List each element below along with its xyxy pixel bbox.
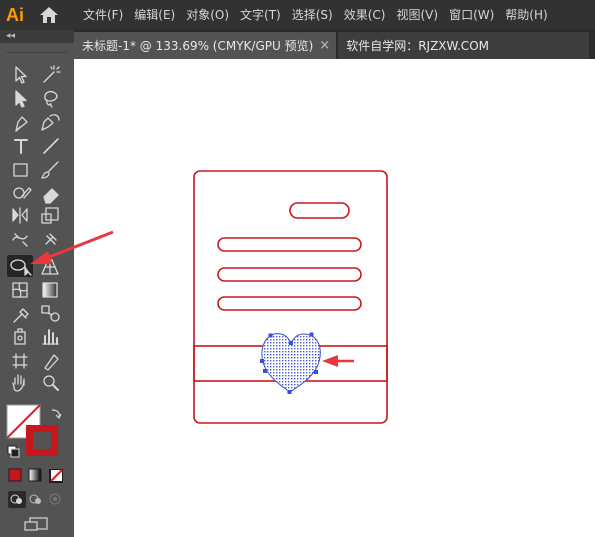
symbol-sprayer-tool-icon[interactable] xyxy=(14,328,26,345)
none-mode-button[interactable] xyxy=(49,469,63,483)
zoom-tool-icon[interactable] xyxy=(43,375,59,391)
heart-shape-selection[interactable] xyxy=(260,332,321,395)
text-line-1[interactable] xyxy=(217,237,362,252)
width-tool-icon[interactable] xyxy=(12,233,28,247)
magic-wand-tool-icon[interactable] xyxy=(43,65,61,83)
mesh-tool-icon[interactable] xyxy=(12,282,28,298)
stroke-swatch[interactable] xyxy=(26,425,58,456)
draw-behind-button[interactable] xyxy=(29,494,41,504)
text-line-2[interactable] xyxy=(217,267,362,282)
draw-normal-button[interactable] xyxy=(8,491,26,508)
puppet-warp-tool-icon[interactable] xyxy=(45,233,57,245)
text-line-3[interactable] xyxy=(217,296,362,311)
curvature-tool-icon[interactable] xyxy=(41,114,60,131)
stage xyxy=(6,65,388,531)
pen-tool-icon[interactable] xyxy=(15,116,28,132)
gradient-mode-button[interactable] xyxy=(28,468,42,482)
rectangle-tool-icon[interactable] xyxy=(13,163,28,177)
column-graph-tool-icon[interactable] xyxy=(42,329,59,345)
screen-mode-icon[interactable] xyxy=(24,517,48,531)
slice-tool-icon[interactable] xyxy=(44,354,59,371)
annotation-arrow-toolbar xyxy=(30,230,114,264)
artboard-tool-icon[interactable] xyxy=(12,353,28,369)
eraser-tool-icon[interactable] xyxy=(43,188,59,204)
selection-tool-icon[interactable] xyxy=(15,66,27,84)
short-bar-shape[interactable] xyxy=(289,202,350,219)
rotate-tool-icon[interactable] xyxy=(12,207,28,224)
default-colors-icon[interactable] xyxy=(7,445,20,458)
scale-tool-icon[interactable] xyxy=(41,207,59,224)
type-tool-icon[interactable] xyxy=(14,139,28,154)
blend-tool-icon[interactable] xyxy=(41,305,60,322)
swap-colors-icon[interactable] xyxy=(51,409,62,420)
paintbrush-tool-icon[interactable] xyxy=(41,161,59,179)
color-mode-button[interactable] xyxy=(8,468,22,482)
hand-tool-icon[interactable] xyxy=(12,374,25,392)
direct-selection-tool-icon[interactable] xyxy=(15,90,27,108)
eyedropper-tool-icon[interactable] xyxy=(13,308,29,323)
shaper-tool-icon[interactable] xyxy=(13,187,32,199)
draw-inside-button[interactable] xyxy=(49,493,61,505)
line-segment-tool-icon[interactable] xyxy=(43,138,59,154)
gradient-tool-icon xyxy=(42,282,58,298)
annotation-arrow-heart xyxy=(322,355,354,367)
lasso-tool-icon[interactable] xyxy=(44,91,58,108)
